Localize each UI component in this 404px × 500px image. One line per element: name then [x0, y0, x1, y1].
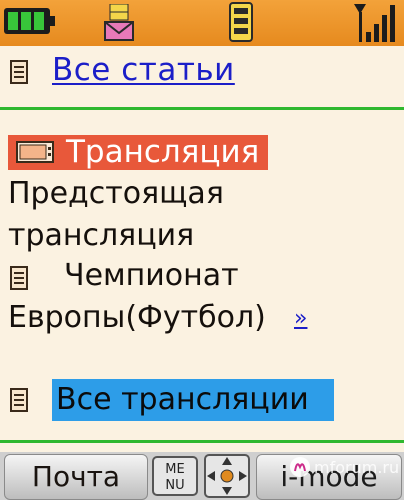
all-broadcasts-link[interactable]: Все трансляции — [56, 382, 309, 418]
document-icon — [10, 60, 28, 84]
svg-text:ME: ME — [165, 462, 184, 477]
document-icon — [10, 388, 28, 412]
divider — [0, 107, 404, 110]
championship-item[interactable]: Чемпионат — [64, 258, 239, 294]
more-link[interactable]: » — [294, 306, 307, 331]
all-articles-link[interactable]: Все статьи — [52, 52, 235, 88]
upcoming-label: Предстоящая — [8, 176, 224, 211]
championship-item-cont[interactable]: Европы(Футбол) — [8, 300, 266, 336]
watermark-logo: mforum.ru — [290, 457, 399, 477]
dpad-icon[interactable] — [204, 454, 250, 498]
document-icon — [10, 266, 28, 290]
tv-icon — [16, 141, 54, 163]
menu-key[interactable]: ME NU — [152, 456, 198, 496]
signal-strength-icon — [354, 4, 395, 42]
status-bar — [0, 0, 404, 46]
watermark-text: mforum.ru — [314, 458, 399, 477]
envelope-icon — [104, 4, 134, 41]
broadcast-label: трансляция — [8, 218, 195, 253]
battery-full-icon — [4, 8, 55, 34]
divider — [0, 440, 404, 443]
section-title: Трансляция — [66, 134, 260, 170]
sd-card-icon — [229, 2, 253, 42]
svg-text:NU: NU — [165, 478, 184, 493]
mail-softkey[interactable]: Почта — [4, 454, 148, 500]
